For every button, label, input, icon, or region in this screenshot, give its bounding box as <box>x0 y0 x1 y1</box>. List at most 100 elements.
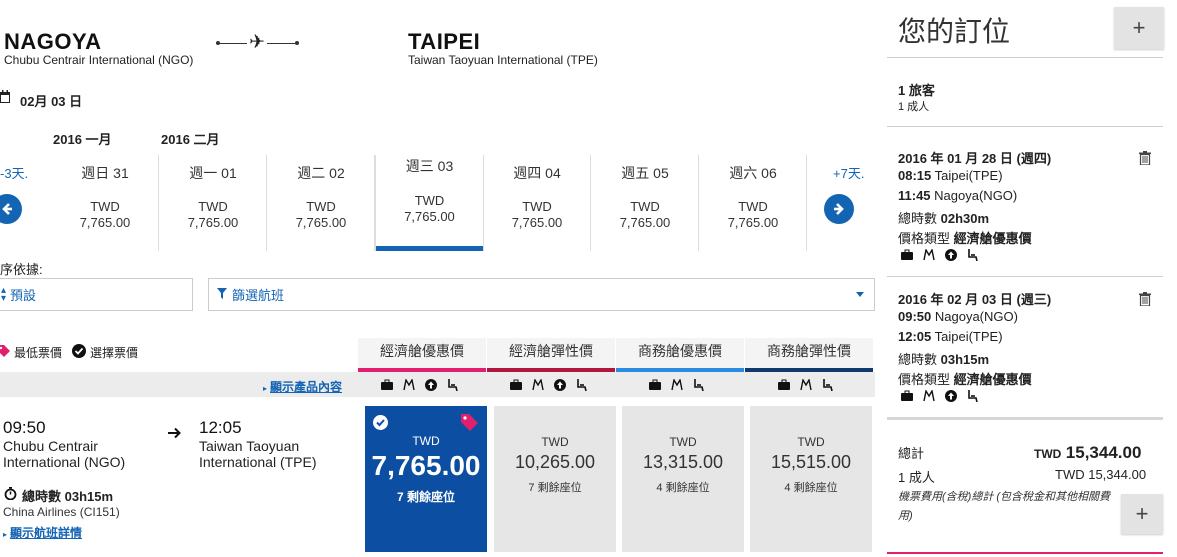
next-arrow-button[interactable] <box>824 194 854 224</box>
date-cell-day: 週六 06 <box>729 165 777 181</box>
segment2-date: 2016 年 02 月 03 日 (週三) <box>898 292 1052 307</box>
segment1-fare-type-value: 經濟艙優惠價 <box>953 231 1032 246</box>
date-cell-amount: 7,765.00 <box>727 215 779 230</box>
segment2-fare-type-label: 價格類型 <box>898 372 951 387</box>
segment2-dep-time: 09:50 <box>898 309 932 324</box>
fare-amount: 15,515.00 <box>770 452 852 472</box>
show-products-label: 顯示產品內容 <box>270 380 343 394</box>
date-cell-wed-03[interactable]: 週三 03 TWD 7,765.00 <box>375 155 484 251</box>
segment2-arr-time: 12:05 <box>898 329 932 344</box>
fare-option-business-flex[interactable]: TWD 15,515.00 4 剩餘座位 <box>750 406 872 552</box>
baggage-icon <box>901 249 913 260</box>
trash-icon[interactable] <box>1139 292 1151 307</box>
total-note: 機票費用(含稅)總計 (包含稅金和其他相關費用) <box>898 491 1111 522</box>
selected-date: 02月 03 日 <box>20 94 83 109</box>
baggage-icon <box>901 390 913 401</box>
route-dot-right <box>295 41 299 45</box>
sort-select[interactable]: ▴ ▾ 預設 <box>0 278 193 311</box>
flight-details-link[interactable]: ▸ 顯示航班詳情 <box>3 524 82 541</box>
departure-time: 09:50 <box>3 418 46 437</box>
show-products-link[interactable]: ▸ 顯示產品內容 <box>263 378 342 395</box>
fare-seats-left: 4 剩餘座位 <box>656 482 710 494</box>
segment1-date: 2016 年 01 月 28 日 (週四) <box>898 151 1052 166</box>
segment2-arr-place: Taipei(TPE) <box>934 329 1003 344</box>
mileage-icon <box>671 379 683 391</box>
segment1-arr-time: 11:45 <box>898 188 931 203</box>
fare-option-business-promo[interactable]: TWD 13,315.00 4 剩餘座位 <box>622 406 744 552</box>
panel-divider <box>887 57 1163 58</box>
fare-features-business-flex <box>778 377 834 393</box>
segment1-arr-place: Nagoya(NGO) <box>934 188 1018 203</box>
active-date-indicator <box>376 246 483 251</box>
segment1-arrival: 11:45 Nagoya(NGO) <box>898 188 1017 203</box>
date-cell-day: 週四 04 <box>513 165 561 181</box>
date-cell-sat-06[interactable]: 週六 06 TWD 7,765.00 <box>700 155 807 251</box>
fare-option-economy-promo[interactable]: TWD 7,765.00 7 剩餘座位 <box>365 406 487 552</box>
fare-class-label: 商務艙彈性價 <box>767 343 851 359</box>
arrival-time: 12:05 <box>199 418 242 437</box>
filter-select-value: 篩選航班 <box>232 288 285 303</box>
legend-selected: 選擇票價 <box>90 346 139 360</box>
date-cell-fri-05[interactable]: 週五 05 TWD 7,765.00 <box>592 155 699 251</box>
date-cell-currency: TWD <box>90 199 120 214</box>
caret-right-icon: ▸ <box>263 384 268 393</box>
date-cell-amount: 7,765.00 <box>404 209 455 224</box>
date-cell-thu-04[interactable]: 週四 04 TWD 7,765.00 <box>484 155 591 251</box>
origin-airport: Chubu Centrair International (NGO) <box>4 53 194 67</box>
fare-option-economy-flex[interactable]: TWD 10,265.00 7 剩餘座位 <box>494 406 616 552</box>
caret-right-icon: ▸ <box>3 530 8 539</box>
baggage-icon <box>649 379 661 390</box>
dest-city: TAIPEI <box>408 29 481 54</box>
fare-class-economy-flex: 經濟艙彈性價 <box>487 338 615 372</box>
fare-class-label: 商務艙優惠價 <box>638 343 722 359</box>
adult-label: 1 成人 <box>898 470 935 485</box>
trash-icon[interactable] <box>1139 151 1151 166</box>
date-cell-day: 週二 02 <box>297 165 345 181</box>
booking-title: 您的訂位 <box>898 16 1011 47</box>
calendar-icon <box>0 90 10 109</box>
segment1-duration-label: 總時數 <box>898 211 938 226</box>
mileage-icon <box>403 379 415 391</box>
seat-icon <box>823 379 833 391</box>
segment1-fare-type-label: 價格類型 <box>898 231 951 246</box>
date-cell-tue-02[interactable]: 週二 02 TWD 7,765.00 <box>268 155 375 251</box>
date-cell-amount: 7,765.00 <box>295 215 347 230</box>
filter-flights-select[interactable]: 篩選航班 <box>208 278 875 311</box>
date-cell-currency: TWD <box>198 199 228 214</box>
upgrade-icon <box>554 379 566 391</box>
fare-features-economy-promo <box>381 377 459 393</box>
fare-amount: 13,315.00 <box>642 452 724 472</box>
check-circle-icon <box>373 415 388 435</box>
panel-divider <box>887 276 1163 277</box>
panel-divider-thick <box>887 417 1163 420</box>
segment2-dep-place: Nagoya(NGO) <box>934 309 1018 324</box>
mileage-icon <box>532 379 544 391</box>
expand-booking-button[interactable]: + <box>1114 7 1164 49</box>
seat-icon <box>577 379 587 391</box>
seat-icon <box>694 379 704 391</box>
flight-duration: 總時數 03h15m <box>22 489 114 504</box>
mileage-icon <box>923 390 935 402</box>
mileage-icon <box>800 379 812 391</box>
segment2-duration-value: 03h15m <box>940 352 990 367</box>
date-cell-currency: TWD <box>738 199 768 214</box>
seat-icon <box>968 249 978 261</box>
fare-class-label: 經濟艙優惠價 <box>380 343 464 359</box>
date-cell-currency: TWD <box>630 199 660 214</box>
baggage-icon <box>778 379 790 390</box>
date-strip: 週日 31 TWD 7,765.00 週一 01 TWD 7,765.00 週二… <box>0 155 875 251</box>
total-amount: 15,344.00 <box>1065 443 1142 462</box>
segment2-fare-type-value: 經濟艙優惠價 <box>953 372 1032 387</box>
mileage-icon <box>923 249 935 261</box>
dest-airport: Taiwan Taoyuan International (TPE) <box>408 53 598 67</box>
next-days-link[interactable]: +7天. <box>833 163 864 182</box>
departure-place-line2: International (NGO) <box>3 454 126 470</box>
expand-price-button[interactable]: + <box>1121 494 1163 534</box>
date-cell-mon-01[interactable]: 週一 01 TWD 7,765.00 <box>160 155 267 251</box>
fare-currency: TWD <box>541 435 569 449</box>
plane-icon: ✈ <box>247 32 267 53</box>
fare-features-economy-flex <box>510 377 588 393</box>
total-currency: TWD <box>1034 447 1062 461</box>
fare-amount: 7,765.00 <box>371 450 481 481</box>
date-cell-sun-31[interactable]: 週日 31 TWD 7,765.00 <box>52 155 159 251</box>
